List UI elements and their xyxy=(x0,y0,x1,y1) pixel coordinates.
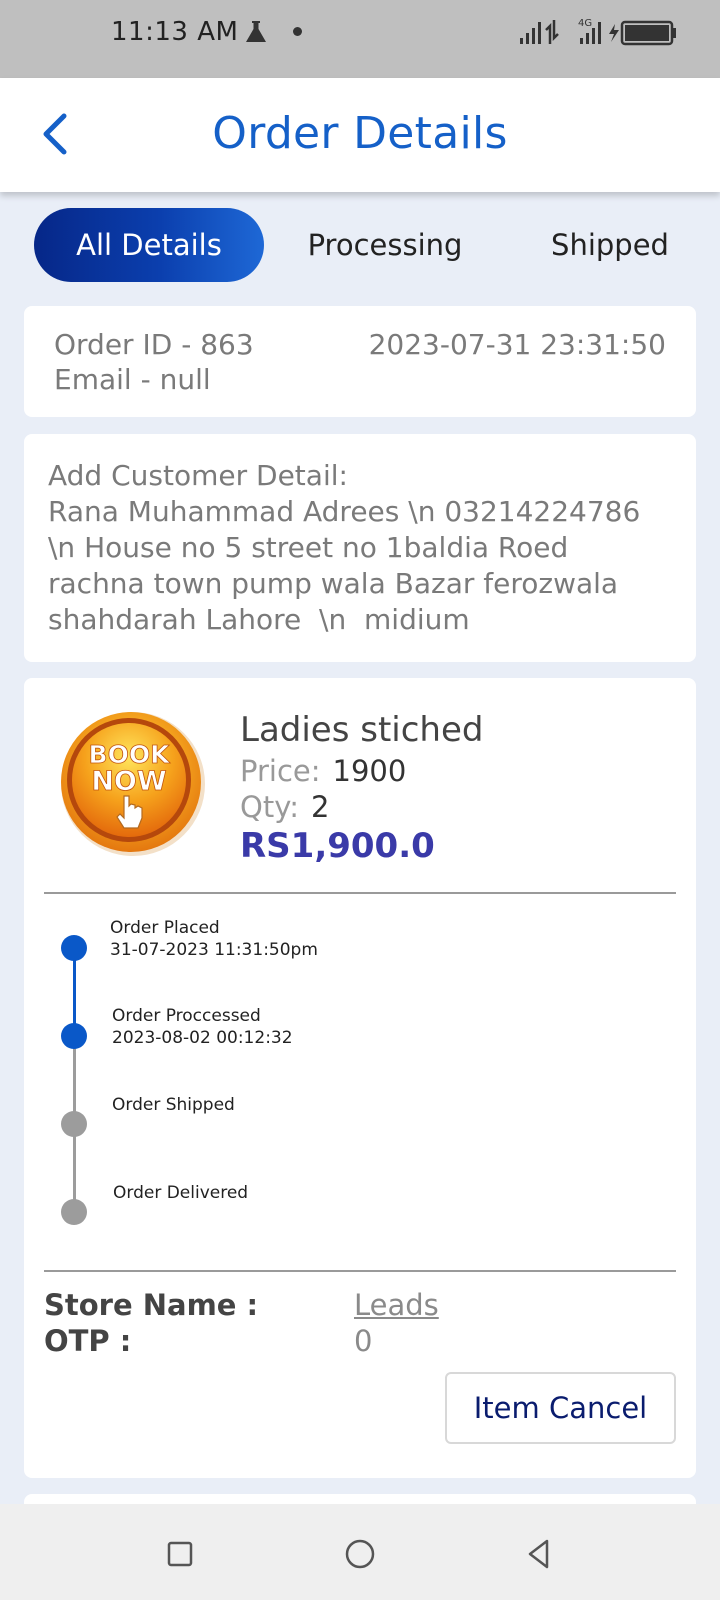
order-timeline: Order Placed 31-07-2023 11:31:50pm Order… xyxy=(24,678,696,1478)
customer-detail-text: Add Customer Detail: Rana Muhammad Adree… xyxy=(48,459,641,636)
system-nav-bar xyxy=(0,1504,720,1600)
otp-value: 0 xyxy=(354,1324,373,1358)
order-id: Order ID - 863 xyxy=(54,328,254,361)
back-triangle-icon[interactable] xyxy=(520,1534,560,1574)
notification-dot-icon xyxy=(293,27,302,36)
app-header: Order Details xyxy=(0,78,720,192)
item-cancel-button[interactable]: Item Cancel xyxy=(445,1372,676,1444)
tab-all-details[interactable]: All Details xyxy=(34,208,264,282)
tab-processing[interactable]: Processing xyxy=(290,208,480,282)
status-bar: 11:13 AM 4G xyxy=(0,0,720,78)
network-type-label: 4G xyxy=(578,18,592,29)
timeline-dot-processed xyxy=(61,1023,87,1049)
timeline-step-date: 31-07-2023 11:31:50pm xyxy=(110,940,318,960)
timeline-step-title: Order Placed xyxy=(110,918,220,938)
store-name-label: Store Name : xyxy=(44,1288,259,1322)
order-info-card: Order ID - 863 Email - null 2023-07-31 2… xyxy=(24,306,696,417)
order-item-card: BOOK NOW Ladies stiched Price: 1900 Qty: 2… xyxy=(24,678,696,1478)
status-time: 11:13 AM xyxy=(111,17,239,47)
timeline-step-date: 2023-08-02 00:12:32 xyxy=(112,1028,293,1048)
signal-battery-icons: 4G xyxy=(520,18,676,46)
order-email: Email - null xyxy=(54,363,211,396)
divider xyxy=(44,1270,676,1272)
timeline-step-title: Order Delivered xyxy=(113,1183,249,1203)
timeline-step-processed: Order Proccessed 2023-08-02 00:12:32 xyxy=(112,1005,293,1049)
timeline-dot-shipped xyxy=(61,1111,87,1137)
customer-detail-card: Add Customer Detail: Rana Muhammad Adree… xyxy=(24,434,696,662)
recent-apps-icon[interactable] xyxy=(160,1534,200,1574)
store-name-link[interactable]: Leads xyxy=(354,1288,439,1322)
timeline-step-title: Order Proccessed xyxy=(112,1006,261,1026)
otp-label: OTP : xyxy=(44,1324,132,1358)
timeline-dot-delivered xyxy=(61,1199,87,1225)
timeline-step-delivered: Order Delivered xyxy=(113,1182,248,1204)
timeline-dot-placed xyxy=(61,935,87,961)
order-datetime: 2023-07-31 23:31:50 xyxy=(368,328,666,361)
page-title: Order Details xyxy=(212,108,508,159)
flask-icon xyxy=(246,21,266,42)
timeline-step-shipped: Order Shipped xyxy=(112,1094,235,1116)
home-icon[interactable] xyxy=(340,1534,380,1574)
timeline-step-title: Order Shipped xyxy=(112,1095,235,1115)
timeline-step-placed: Order Placed 31-07-2023 11:31:50pm xyxy=(110,917,318,961)
tab-shipped[interactable]: Shipped xyxy=(530,208,690,282)
